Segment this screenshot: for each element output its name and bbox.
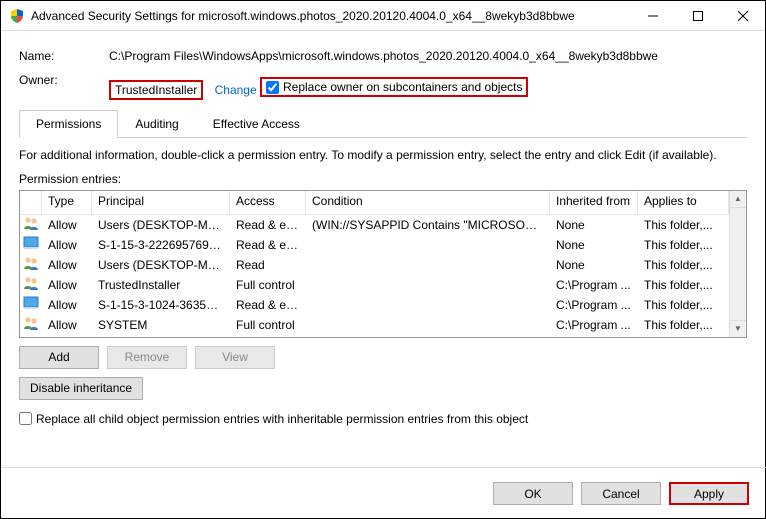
col-condition[interactable]: Condition bbox=[306, 191, 550, 214]
titlebar: Advanced Security Settings for microsoft… bbox=[1, 1, 765, 31]
row-inherited: C:\Program ... bbox=[550, 277, 638, 293]
col-applies[interactable]: Applies to bbox=[638, 191, 729, 214]
row-type: Allow bbox=[42, 237, 92, 253]
cancel-button[interactable]: Cancel bbox=[581, 482, 661, 505]
row-icon bbox=[20, 235, 42, 254]
window-title: Advanced Security Settings for microsoft… bbox=[31, 9, 630, 23]
row-principal: Users (DESKTOP-MF5C... bbox=[92, 257, 230, 273]
table-row[interactable]: AllowSYSTEMFull control C:\Program ...Thi… bbox=[20, 315, 729, 335]
col-type[interactable]: Type bbox=[42, 191, 92, 214]
tab-auditing[interactable]: Auditing bbox=[118, 110, 195, 137]
table-row[interactable]: AllowS-1-15-3-2226957697-...Read & ex...… bbox=[20, 235, 729, 255]
row-condition bbox=[306, 324, 550, 326]
row-access: Read & ex... bbox=[230, 297, 306, 313]
row-applies: This folder,... bbox=[638, 317, 729, 333]
replace-owner-box: Replace owner on subcontainers and objec… bbox=[260, 77, 528, 97]
row-condition bbox=[306, 284, 550, 286]
owner-value: TrustedInstaller bbox=[109, 80, 203, 100]
footer: OK Cancel Apply bbox=[1, 467, 766, 519]
row-access: Full control bbox=[230, 317, 306, 333]
row-principal: SYSTEM bbox=[92, 317, 230, 333]
row-type: Allow bbox=[42, 277, 92, 293]
minimize-button[interactable] bbox=[630, 1, 675, 30]
row-icon bbox=[20, 315, 42, 334]
table-row[interactable]: AllowTrustedInstallerFull control C:\Prog… bbox=[20, 275, 729, 295]
row-icon bbox=[20, 275, 42, 294]
row-principal: S-1-15-3-1024-363528... bbox=[92, 297, 230, 313]
row-access: Read bbox=[230, 257, 306, 273]
add-button[interactable]: Add bbox=[19, 346, 99, 369]
row-inherited: None bbox=[550, 257, 638, 273]
name-label: Name: bbox=[19, 49, 109, 63]
row-applies: This folder,... bbox=[638, 277, 729, 293]
row-type: Allow bbox=[42, 257, 92, 273]
table-row[interactable]: AllowUsers (DESKTOP-MF5C...Read NoneThis … bbox=[20, 255, 729, 275]
col-access[interactable]: Access bbox=[230, 191, 306, 214]
apply-button[interactable]: Apply bbox=[669, 482, 749, 505]
grid-scrollbar[interactable]: ▲ ▼ bbox=[729, 191, 746, 337]
row-applies: This folder,... bbox=[638, 217, 729, 233]
ok-button[interactable]: OK bbox=[493, 482, 573, 505]
tab-permissions[interactable]: Permissions bbox=[19, 110, 118, 138]
row-applies: This folder,... bbox=[638, 297, 729, 313]
scroll-up-icon[interactable]: ▲ bbox=[730, 191, 746, 208]
replace-all-label: Replace all child object permission entr… bbox=[36, 412, 528, 426]
scroll-down-icon[interactable]: ▼ bbox=[730, 320, 746, 337]
table-row[interactable]: AllowUsers (DESKTOP-MF5C...Read & ex...(… bbox=[20, 215, 729, 235]
replace-all-checkbox[interactable] bbox=[19, 412, 32, 425]
row-condition bbox=[306, 264, 550, 266]
row-icon bbox=[20, 215, 42, 234]
grid-body: AllowUsers (DESKTOP-MF5C...Read & ex...(… bbox=[20, 215, 729, 335]
owner-label: Owner: bbox=[19, 73, 109, 87]
maximize-button[interactable] bbox=[675, 1, 720, 30]
row-inherited: C:\Program ... bbox=[550, 297, 638, 313]
col-principal[interactable]: Principal bbox=[92, 191, 230, 214]
entries-label: Permission entries: bbox=[19, 172, 747, 186]
row-condition bbox=[306, 244, 550, 246]
shield-icon bbox=[9, 8, 25, 24]
permission-grid: Type Principal Access Condition Inherite… bbox=[19, 190, 747, 338]
row-principal: S-1-15-3-2226957697-... bbox=[92, 237, 230, 253]
row-access: Read & ex... bbox=[230, 217, 306, 233]
view-button: View bbox=[195, 346, 275, 369]
col-icon[interactable] bbox=[20, 191, 42, 214]
row-inherited: None bbox=[550, 237, 638, 253]
row-applies: This folder,... bbox=[638, 257, 729, 273]
replace-owner-checkbox[interactable] bbox=[266, 81, 279, 94]
row-type: Allow bbox=[42, 317, 92, 333]
row-icon bbox=[20, 255, 42, 274]
row-type: Allow bbox=[42, 217, 92, 233]
row-icon bbox=[20, 295, 42, 314]
tabs: Permissions Auditing Effective Access bbox=[19, 110, 747, 138]
remove-button: Remove bbox=[107, 346, 187, 369]
disable-inheritance-button[interactable]: Disable inheritance bbox=[19, 377, 143, 400]
table-row[interactable]: AllowS-1-15-3-1024-363528...Read & ex...… bbox=[20, 295, 729, 315]
row-inherited: None bbox=[550, 217, 638, 233]
row-applies: This folder,... bbox=[638, 237, 729, 253]
tab-effective-access[interactable]: Effective Access bbox=[196, 110, 317, 137]
row-principal: Users (DESKTOP-MF5C... bbox=[92, 217, 230, 233]
replace-owner-label: Replace owner on subcontainers and objec… bbox=[283, 80, 522, 94]
row-principal: TrustedInstaller bbox=[92, 277, 230, 293]
row-access: Full control bbox=[230, 277, 306, 293]
change-owner-link[interactable]: Change bbox=[215, 83, 257, 97]
row-type: Allow bbox=[42, 297, 92, 313]
close-button[interactable] bbox=[720, 1, 765, 30]
row-inherited: C:\Program ... bbox=[550, 317, 638, 333]
name-value: C:\Program Files\WindowsApps\microsoft.w… bbox=[109, 49, 658, 63]
row-condition bbox=[306, 304, 550, 306]
col-inherited[interactable]: Inherited from bbox=[550, 191, 638, 214]
row-condition: (WIN://SYSAPPID Contains "MICROSOFT.... bbox=[306, 217, 550, 233]
info-text: For additional information, double-click… bbox=[19, 148, 747, 162]
row-access: Read & ex... bbox=[230, 237, 306, 253]
